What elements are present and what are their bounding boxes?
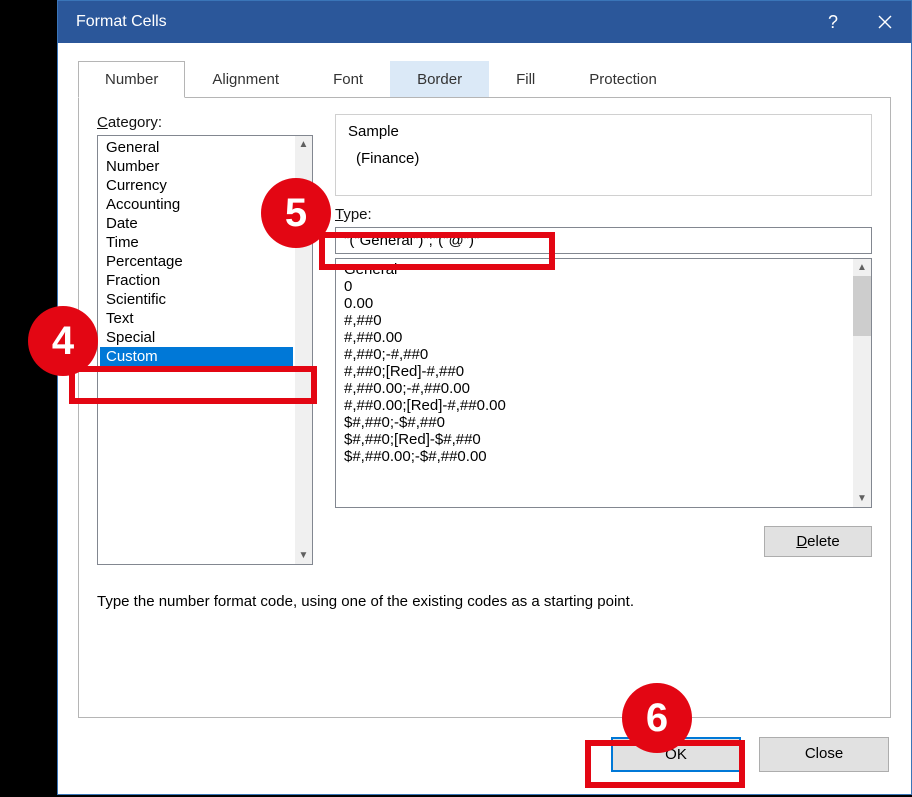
scroll-up-icon[interactable]: ▲ <box>853 259 871 276</box>
dialog-body: Number Alignment Font Border Fill Protec… <box>58 43 911 794</box>
scroll-down-icon[interactable]: ▼ <box>853 490 871 507</box>
format-item[interactable]: $#,##0;[Red]-$#,##0 <box>340 431 849 448</box>
format-item[interactable]: #,##0.00;-#,##0.00 <box>340 380 849 397</box>
tab-alignment[interactable]: Alignment <box>185 61 306 98</box>
sample-value: (Finance) <box>348 150 859 167</box>
tab-number[interactable]: Number <box>78 61 185 98</box>
scrollbar-thumb[interactable] <box>853 276 871 336</box>
category-item-special[interactable]: Special <box>100 328 293 347</box>
format-item[interactable]: 0 <box>340 278 849 295</box>
category-item-general[interactable]: General <box>100 138 293 157</box>
tab-strip: Number Alignment Font Border Fill Protec… <box>78 61 891 98</box>
format-item[interactable]: $#,##0.00;-$#,##0.00 <box>340 448 849 465</box>
category-item-accounting[interactable]: Accounting <box>100 195 293 214</box>
category-item-text[interactable]: Text <box>100 309 293 328</box>
category-item-custom[interactable]: Custom <box>100 347 293 366</box>
category-item-fraction[interactable]: Fraction <box>100 271 293 290</box>
category-item-scientific[interactable]: Scientific <box>100 290 293 309</box>
category-listbox[interactable]: GeneralNumberCurrencyAccountingDateTimeP… <box>97 135 313 565</box>
type-label: Type: <box>335 206 872 223</box>
delete-button[interactable]: Delete <box>764 526 872 557</box>
format-item[interactable]: #,##0;[Red]-#,##0 <box>340 363 849 380</box>
type-input[interactable] <box>335 227 872 254</box>
titlebar: Format Cells ? <box>58 1 911 43</box>
format-item[interactable]: General <box>340 261 849 278</box>
dialog-footer: OK Close <box>611 737 889 772</box>
format-item[interactable]: $#,##0;-$#,##0 <box>340 414 849 431</box>
scroll-up-icon[interactable]: ▲ <box>295 136 312 153</box>
tab-panel-number: Category: GeneralNumberCurrencyAccountin… <box>78 98 891 718</box>
scroll-down-icon[interactable]: ▼ <box>295 547 312 564</box>
close-button[interactable]: Close <box>759 737 889 772</box>
format-item[interactable]: 0.00 <box>340 295 849 312</box>
ok-button[interactable]: OK <box>611 737 741 772</box>
tab-border[interactable]: Border <box>390 61 489 98</box>
format-item[interactable]: #,##0.00;[Red]-#,##0.00 <box>340 397 849 414</box>
category-label: Category: <box>97 114 313 131</box>
category-item-currency[interactable]: Currency <box>100 176 293 195</box>
category-scrollbar[interactable]: ▲ ▼ <box>295 136 312 564</box>
category-item-number[interactable]: Number <box>100 157 293 176</box>
category-item-time[interactable]: Time <box>100 233 293 252</box>
help-text: Type the number format code, using one o… <box>97 593 872 610</box>
format-item[interactable]: #,##0;-#,##0 <box>340 346 849 363</box>
sample-group: Sample (Finance) <box>335 114 872 196</box>
close-icon[interactable] <box>859 1 911 43</box>
category-item-date[interactable]: Date <box>100 214 293 233</box>
help-icon[interactable]: ? <box>807 1 859 43</box>
format-listbox[interactable]: General00.00#,##0#,##0.00#,##0;-#,##0#,#… <box>335 258 872 508</box>
dialog-title: Format Cells <box>76 13 167 31</box>
format-item[interactable]: #,##0 <box>340 312 849 329</box>
tab-protection[interactable]: Protection <box>562 61 684 98</box>
dialog-format-cells: Format Cells ? Number Alignment Font Bor… <box>57 0 912 795</box>
sample-label: Sample <box>348 123 859 140</box>
format-scrollbar[interactable]: ▲ ▼ <box>853 259 871 507</box>
format-item[interactable]: #,##0.00 <box>340 329 849 346</box>
category-item-percentage[interactable]: Percentage <box>100 252 293 271</box>
tab-font[interactable]: Font <box>306 61 390 98</box>
tab-fill[interactable]: Fill <box>489 61 562 98</box>
